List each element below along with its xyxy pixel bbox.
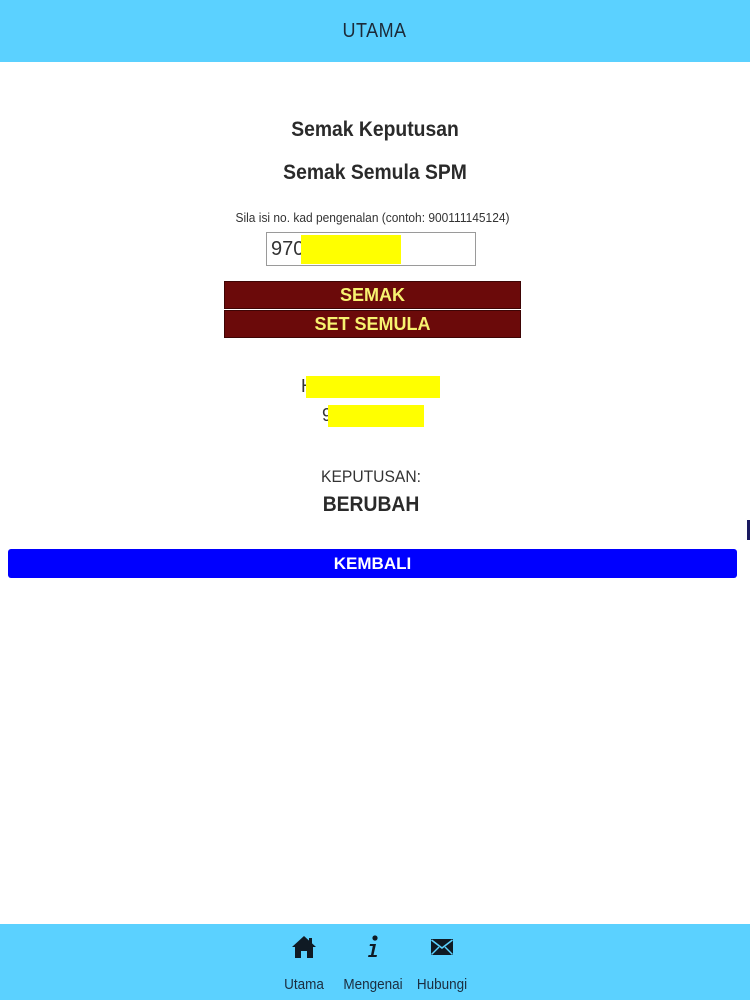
heading-semak-keputusan: Semak Keputusan — [291, 118, 459, 141]
back-button[interactable]: KEMBALI — [8, 549, 737, 578]
nav-label: Utama — [284, 976, 324, 993]
ic-instruction-label: Sila isi no. kad pengenalan (contoh: 900… — [235, 210, 510, 225]
nav-label: Hubungi — [416, 976, 468, 993]
app-screen: UTAMA Semak Keputusan Semak Semula SPM S… — [0, 0, 750, 1000]
reset-button[interactable]: SET SEMULA — [224, 310, 521, 338]
home-icon — [268, 932, 340, 962]
redaction-mark — [301, 235, 401, 264]
result-label: KEPUTUSAN: — [321, 467, 421, 486]
redaction-mark — [328, 405, 424, 427]
redaction-mark — [306, 376, 440, 398]
result-value: BERUBAH — [322, 493, 420, 516]
top-bar: UTAMA — [0, 0, 750, 62]
bottom-nav-bar: Utama Mengenai Hubungi — [0, 924, 750, 1000]
nav-item-mengenai[interactable]: Mengenai — [337, 924, 409, 1000]
page-title: UTAMA — [343, 19, 407, 42]
ic-input-container — [266, 232, 476, 266]
envelope-icon — [406, 932, 478, 962]
heading-semak-semula-spm: Semak Semula SPM — [283, 161, 467, 184]
info-icon — [337, 932, 409, 962]
nav-item-hubungi[interactable]: Hubungi — [406, 924, 478, 1000]
nav-item-utama[interactable]: Utama — [268, 924, 340, 1000]
nav-label: Mengenai — [343, 976, 403, 993]
check-button[interactable]: SEMAK — [224, 281, 521, 309]
